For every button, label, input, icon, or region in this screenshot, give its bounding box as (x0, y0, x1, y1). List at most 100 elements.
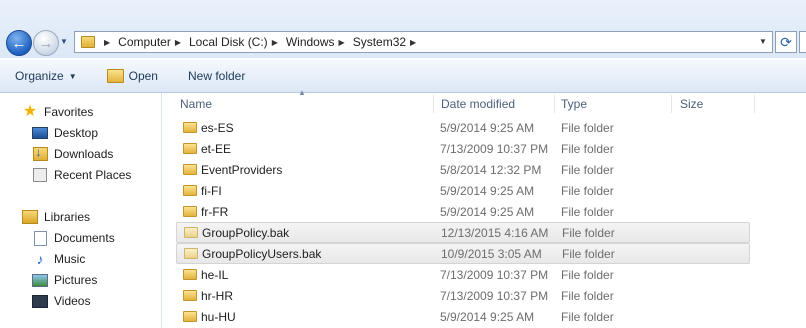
file-name: he-IL (201, 267, 229, 282)
file-name: es-ES (201, 120, 234, 135)
file-name: hr-HR (201, 288, 233, 303)
breadcrumb-local-disk[interactable]: Local Disk (C:) (189, 35, 268, 49)
column-divider[interactable] (554, 95, 555, 113)
file-row[interactable]: he-IL 7/13/2009 10:37 PM File folder (176, 264, 750, 285)
command-bar: Organize ▼ Open New folder (0, 60, 806, 93)
pictures-icon (32, 273, 48, 287)
column-divider[interactable] (754, 95, 755, 113)
sidebar-item-label: Favorites (44, 105, 94, 119)
file-type: File folder (562, 225, 615, 240)
sidebar-item-label: Videos (54, 294, 91, 308)
recent-places-icon (32, 168, 48, 182)
videos-icon (32, 294, 48, 308)
folder-icon (183, 122, 197, 133)
folder-icon (183, 269, 197, 280)
sidebar-item-recent-places[interactable]: Recent Places (32, 165, 131, 185)
sidebar-item-label: Libraries (44, 210, 91, 224)
folder-open-icon (106, 69, 124, 83)
file-type: File folder (561, 183, 614, 198)
file-type: File folder (561, 204, 614, 219)
address-bar[interactable]: ▶ Computer ▶ Local Disk (C:) ▶ Windows ▶… (74, 31, 773, 53)
sidebar-item-label: Recent Places (54, 168, 132, 182)
file-type: File folder (561, 288, 614, 303)
file-row-selected[interactable]: GroupPolicyUsers.bak 10/9/2015 3:05 AM F… (176, 243, 750, 264)
file-date-modified: 5/9/2014 9:25 AM (440, 204, 535, 219)
sidebar-item-label: Desktop (54, 126, 99, 140)
chevron-down-icon[interactable]: ▼ (757, 36, 769, 48)
folder-icon (183, 311, 197, 322)
refresh-icon: ⟳ (780, 33, 792, 50)
folder-icon (183, 206, 197, 217)
file-type: File folder (561, 120, 614, 135)
chevron-right-icon[interactable]: ▶ (104, 38, 110, 47)
sort-ascending-icon: ▲ (298, 88, 306, 97)
file-row[interactable]: hu-HU 5/9/2014 9:25 AM File folder (176, 306, 750, 327)
file-row[interactable]: fr-FR 5/9/2014 9:25 AM File folder (176, 201, 750, 222)
chevron-right-icon[interactable]: ▶ (175, 38, 181, 47)
column-header-row: ▲ Name Date modified Type Size (162, 88, 806, 115)
column-divider[interactable] (433, 95, 434, 113)
organize-button[interactable]: Organize ▼ (8, 65, 84, 87)
sidebar-item-label: Music (54, 252, 86, 266)
file-name: et-EE (201, 141, 232, 156)
column-header-date-modified[interactable]: Date modified (441, 93, 515, 115)
music-icon: ♪ (36, 251, 44, 267)
chevron-right-icon[interactable]: ▶ (272, 38, 278, 47)
navigation-pane: ★ Favorites Desktop Downloads Recent Pla… (0, 93, 162, 328)
file-row-selected[interactable]: GroupPolicy.bak 12/13/2015 4:16 AM File … (176, 222, 750, 243)
sidebar-item-desktop[interactable]: Desktop (32, 123, 98, 143)
sidebar-item-videos[interactable]: Videos (32, 291, 90, 311)
chevron-right-icon[interactable]: ▶ (339, 38, 345, 47)
sidebar-item-music[interactable]: ♪ Music (32, 249, 86, 269)
folder-icon (81, 36, 95, 48)
sidebar-item-libraries[interactable]: Libraries (22, 207, 90, 227)
column-header-name[interactable]: Name (180, 93, 212, 115)
file-name: EventProviders (201, 162, 283, 177)
column-header-size[interactable]: Size (680, 93, 703, 115)
column-divider[interactable] (671, 95, 672, 113)
breadcrumb-system32[interactable]: System32 (353, 35, 406, 49)
file-name: fr-FR (201, 204, 229, 219)
file-date-modified: 7/13/2009 10:37 PM (440, 267, 549, 282)
recent-pages-dropdown[interactable]: ▼ (60, 37, 70, 47)
organize-label: Organize (15, 69, 64, 83)
column-header-type[interactable]: Type (561, 93, 587, 115)
file-date-modified: 7/13/2009 10:37 PM (440, 288, 549, 303)
file-row[interactable]: hr-HR 7/13/2009 10:37 PM File folder (176, 285, 750, 306)
sidebar-item-label: Documents (54, 231, 115, 245)
file-row[interactable]: fi-FI 5/9/2014 9:25 AM File folder (176, 180, 750, 201)
file-name: GroupPolicy.bak (202, 225, 290, 240)
open-label: Open (128, 69, 158, 83)
chevron-right-icon[interactable]: ▶ (410, 38, 416, 47)
back-button[interactable]: ← (6, 30, 32, 56)
file-date-modified: 12/13/2015 4:16 AM (441, 225, 549, 240)
new-folder-button[interactable]: New folder (181, 65, 252, 87)
file-date-modified: 7/13/2009 10:37 PM (440, 141, 549, 156)
folder-icon (183, 143, 197, 154)
chevron-down-icon: ▼ (68, 71, 77, 81)
search-input[interactable] (799, 31, 806, 53)
open-button[interactable]: Open (100, 65, 165, 87)
file-type: File folder (562, 246, 615, 261)
forward-button[interactable]: → (33, 30, 59, 56)
file-row[interactable]: et-EE 7/13/2009 10:37 PM File folder (176, 138, 750, 159)
file-row[interactable]: es-ES 5/9/2014 9:25 AM File folder (176, 117, 750, 138)
file-date-modified: 5/9/2014 9:25 AM (440, 309, 535, 324)
file-date-modified: 5/8/2014 12:32 PM (440, 162, 542, 177)
refresh-button[interactable]: ⟳ (775, 31, 797, 53)
breadcrumb-windows[interactable]: Windows (286, 35, 335, 49)
file-type: File folder (561, 267, 614, 282)
sidebar-item-pictures[interactable]: Pictures (32, 270, 97, 290)
file-name: hu-HU (201, 309, 236, 324)
file-row[interactable]: EventProviders 5/8/2014 12:32 PM File fo… (176, 159, 750, 180)
sidebar-item-favorites[interactable]: ★ Favorites (22, 102, 94, 122)
file-date-modified: 10/9/2015 3:05 AM (441, 246, 542, 261)
desktop-icon (32, 126, 48, 140)
breadcrumb-computer[interactable]: Computer (118, 35, 171, 49)
folder-icon (183, 164, 197, 175)
sidebar-item-downloads[interactable]: Downloads (32, 144, 113, 164)
file-date-modified: 5/9/2014 9:25 AM (440, 120, 535, 135)
file-name: GroupPolicyUsers.bak (202, 246, 322, 261)
file-type: File folder (561, 141, 614, 156)
sidebar-item-documents[interactable]: Documents (32, 228, 115, 248)
